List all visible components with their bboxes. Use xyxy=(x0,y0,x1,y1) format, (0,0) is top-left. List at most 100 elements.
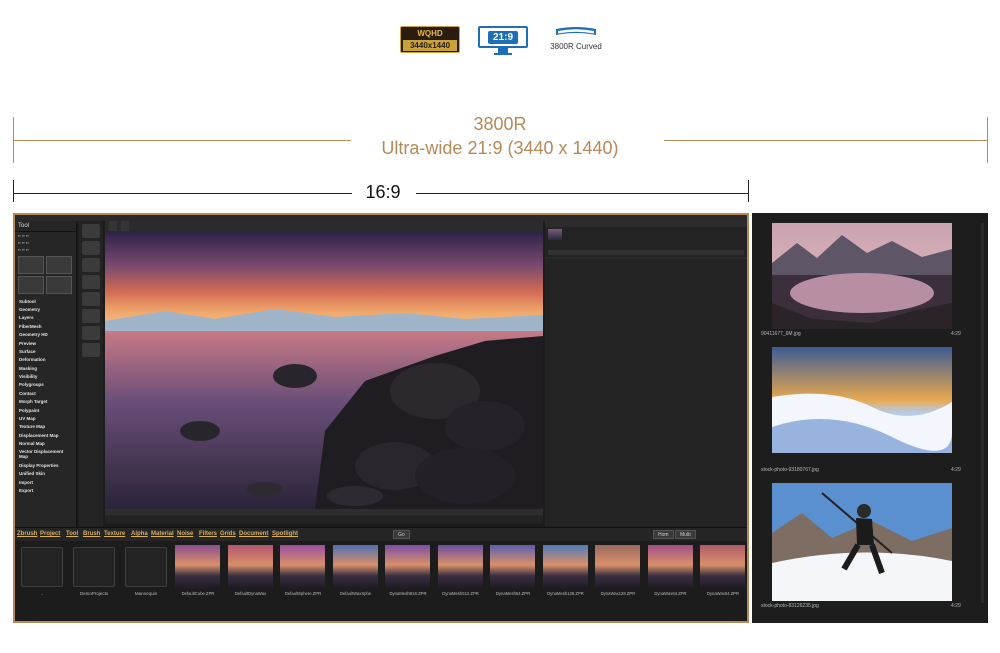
project-thumbnail[interactable] xyxy=(280,545,325,589)
folder-label: Mannequin xyxy=(134,591,158,596)
folder-icon[interactable] xyxy=(73,547,115,587)
thumbnail-label: DynaMesh128.ZPR xyxy=(547,591,584,596)
lightbox-tab[interactable]: Spotlight xyxy=(272,531,298,537)
viewport-tab[interactable] xyxy=(109,221,117,231)
go-button[interactable]: Go xyxy=(393,530,410,539)
thumbnail-label: DynaMeshB16.ZPR xyxy=(389,591,427,596)
tool-menu-item[interactable]: Vector Displacement Map xyxy=(15,448,76,461)
toolbar-button[interactable] xyxy=(82,309,100,323)
standard-ratio-label: 16:9 xyxy=(365,182,401,202)
lightbox-tab[interactable]: Document xyxy=(239,531,268,537)
project-preview xyxy=(545,227,747,242)
toolbar-button[interactable] xyxy=(82,224,100,238)
toolbar-button[interactable] xyxy=(82,275,100,289)
lightbox-browser: .. DemoProjects Mannequin DefaultCube.ZPR De… xyxy=(15,541,747,621)
project-thumbnail[interactable] xyxy=(595,545,640,589)
project-thumbnail[interactable] xyxy=(542,545,588,589)
lightbox-tab[interactable]: Grids xyxy=(220,531,236,537)
folder-icon[interactable] xyxy=(21,547,63,587)
lightbox-tab[interactable]: Tool xyxy=(66,531,78,537)
gallery-image-3[interactable] xyxy=(772,483,952,601)
toolbar-button[interactable] xyxy=(82,241,100,255)
multi-button[interactable]: Multi xyxy=(675,530,696,539)
gallery-image-2[interactable] xyxy=(772,347,952,453)
lightbox-tab[interactable]: Project xyxy=(40,531,60,537)
tool-menu-item[interactable]: Surface xyxy=(15,347,76,355)
folder-label: DemoProjects xyxy=(79,591,109,596)
viewport-status-bar xyxy=(105,515,543,523)
toolbar-button[interactable] xyxy=(82,292,100,306)
tool-menu-item[interactable]: Normal Map xyxy=(15,439,76,447)
project-thumbnail[interactable] xyxy=(437,545,483,589)
gallery-scrollbar[interactable] xyxy=(981,223,984,603)
tool-menu-item[interactable]: Display Properties xyxy=(15,461,76,469)
tool-tile[interactable] xyxy=(46,276,72,294)
toolbar-button[interactable] xyxy=(82,258,100,272)
aspect-ratio-badge: 21:9 xyxy=(478,26,528,55)
ultrawide-label: Ultra-wide 21:9 (3440 x 1440) xyxy=(381,138,619,158)
tool-tile[interactable] xyxy=(18,256,44,274)
tool-menu-list: Subtool Geometry Layers FiberMesh Geometry H… xyxy=(15,297,76,495)
file-table-row[interactable] xyxy=(545,265,747,267)
tool-menu-item[interactable]: Import xyxy=(15,478,76,486)
gallery-image-1[interactable] xyxy=(772,223,952,329)
viewport-tabs xyxy=(105,221,543,231)
tool-menu-item[interactable]: Geometry HD xyxy=(15,331,76,339)
image-viewport[interactable] xyxy=(105,231,543,509)
tool-menu-item[interactable]: UV Map xyxy=(15,414,76,422)
tool-menu-item[interactable]: Polygroups xyxy=(15,381,76,389)
tool-menu-item[interactable]: FiberMesh xyxy=(15,322,76,330)
tool-tile[interactable] xyxy=(18,276,44,294)
toolbar-button[interactable] xyxy=(82,343,100,357)
tool-panel-title: Tool xyxy=(15,221,76,232)
tool-menu-item[interactable]: Export xyxy=(15,486,76,494)
project-thumbnail[interactable] xyxy=(385,545,430,589)
tool-menu-item[interactable]: Deformation xyxy=(15,356,76,364)
aspect-ratio-label: 21:9 xyxy=(487,30,518,44)
tool-tile[interactable] xyxy=(46,256,72,274)
lightbox-tab-bar: Zbrush Project Tool Brush Texture Alpha Materi… xyxy=(15,527,747,541)
lightbox-tab[interactable]: Alpha xyxy=(131,531,148,537)
viewport-tab[interactable] xyxy=(121,221,129,231)
project-search-input[interactable] xyxy=(548,250,744,255)
tool-menu-item[interactable]: Unified Skin xyxy=(15,470,76,478)
tool-thumbnails xyxy=(15,253,76,297)
project-thumbnail[interactable] xyxy=(332,545,378,589)
tool-menu-item[interactable]: Masking xyxy=(15,364,76,372)
project-panel xyxy=(545,221,747,527)
lightbox-tab[interactable]: Texture xyxy=(104,531,125,537)
tool-panel-buttons-3[interactable]: ▪▪ ▪▪ ▪▪ xyxy=(15,246,76,253)
project-thumbnail[interactable] xyxy=(175,545,220,589)
tool-menu-item[interactable]: Geometry xyxy=(15,305,76,313)
lightbox-tab[interactable]: Noise xyxy=(177,531,193,537)
curved-badge: 3800R Curved xyxy=(546,26,606,51)
lightbox-tab[interactable]: Filters xyxy=(199,531,217,537)
project-thumbnail[interactable] xyxy=(548,229,562,240)
tool-menu-item[interactable]: Morph Target xyxy=(15,398,76,406)
tool-menu-item[interactable]: Subtool xyxy=(15,297,76,305)
lightbox-tab[interactable]: Zbrush xyxy=(17,531,37,537)
project-thumbnail[interactable] xyxy=(700,545,745,589)
lightbox-tab[interactable]: Material xyxy=(151,531,174,537)
tool-menu-item[interactable]: Polypaint xyxy=(15,406,76,414)
toolbar-button[interactable] xyxy=(82,326,100,340)
project-thumbnail[interactable] xyxy=(647,545,693,589)
tool-panel-buttons-2[interactable]: ▪▪ ▪▪ ▪▪ xyxy=(15,239,76,246)
folder-icon[interactable] xyxy=(125,547,167,587)
tool-menu-item[interactable]: Preview xyxy=(15,339,76,347)
project-thumbnail[interactable] xyxy=(490,545,535,589)
thumbnail-label: DefaultCube.ZPR xyxy=(181,591,215,596)
skier-image xyxy=(772,483,952,601)
project-thumbnail[interactable] xyxy=(227,545,273,589)
tool-panel-buttons[interactable]: ▪▪ ▪▪ ▪▪ xyxy=(15,232,76,239)
home-button[interactable]: Hom xyxy=(653,530,674,539)
tool-panel: Tool ▪▪ ▪▪ ▪▪ ▪▪ ▪▪ ▪▪ ▪▪ ▪▪ ▪▪ Subtool G… xyxy=(15,221,77,527)
thumbnail-label: DynaWax64.ZPR xyxy=(654,591,687,596)
tool-menu-item[interactable]: Layers xyxy=(15,314,76,322)
tool-menu-item[interactable]: Contact xyxy=(15,389,76,397)
tool-menu-item[interactable]: Visibility xyxy=(15,372,76,380)
gallery-filename: stock-photo-93180767.jpg xyxy=(761,467,819,473)
tool-menu-item[interactable]: Texture Map xyxy=(15,423,76,431)
tool-menu-item[interactable]: Displacement Map xyxy=(15,431,76,439)
lightbox-tab[interactable]: Brush xyxy=(83,531,100,537)
